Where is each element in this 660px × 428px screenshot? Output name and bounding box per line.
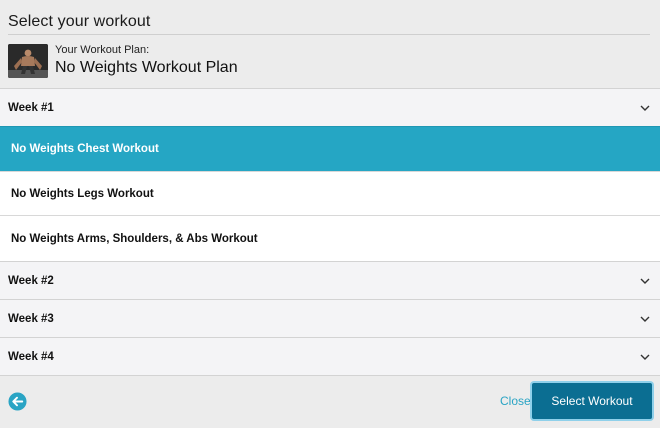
workout-plan-header: Your Workout Plan: No Weights Workout Pl… [8, 44, 238, 78]
workout-item-legs[interactable]: No Weights Legs Workout [0, 171, 660, 215]
week-3-header[interactable]: Week #3 [0, 299, 660, 337]
chevron-down-icon [640, 354, 650, 360]
chevron-down-icon [640, 105, 650, 111]
workout-label: No Weights Chest Workout [11, 143, 159, 155]
week-label: Week #3 [8, 312, 54, 325]
workout-label: No Weights Legs Workout [11, 187, 154, 200]
close-button[interactable]: Close [500, 394, 531, 408]
select-workout-button[interactable]: Select Workout [532, 383, 652, 419]
plan-thumbnail [8, 44, 48, 78]
plan-name: No Weights Workout Plan [55, 59, 238, 76]
chevron-down-icon [640, 278, 650, 284]
dialog-footer: Close Select Workout [0, 376, 660, 428]
workout-item-chest[interactable]: No Weights Chest Workout [0, 126, 660, 171]
title-divider [8, 34, 650, 35]
chevron-down-icon [640, 316, 650, 322]
weeks-accordion: Week #1 No Weights Chest Workout No Weig… [0, 88, 660, 376]
week-4-header[interactable]: Week #4 [0, 337, 660, 375]
week-label: Week #1 [8, 101, 54, 114]
workout-item-arms-shoulders-abs[interactable]: No Weights Arms, Shoulders, & Abs Workou… [0, 215, 660, 261]
back-arrow-circle-icon[interactable] [8, 392, 27, 411]
plan-label: Your Workout Plan: [55, 44, 150, 56]
week-1-header[interactable]: Week #1 [0, 88, 660, 126]
week-label: Week #2 [8, 274, 54, 287]
week-label: Week #4 [8, 350, 54, 363]
workout-dialog: Select your workout Your Workout Plan: N… [0, 0, 660, 428]
workout-label: No Weights Arms, Shoulders, & Abs Workou… [11, 232, 258, 245]
week-2-header[interactable]: Week #2 [0, 261, 660, 299]
dialog-title: Select your workout [8, 13, 151, 30]
